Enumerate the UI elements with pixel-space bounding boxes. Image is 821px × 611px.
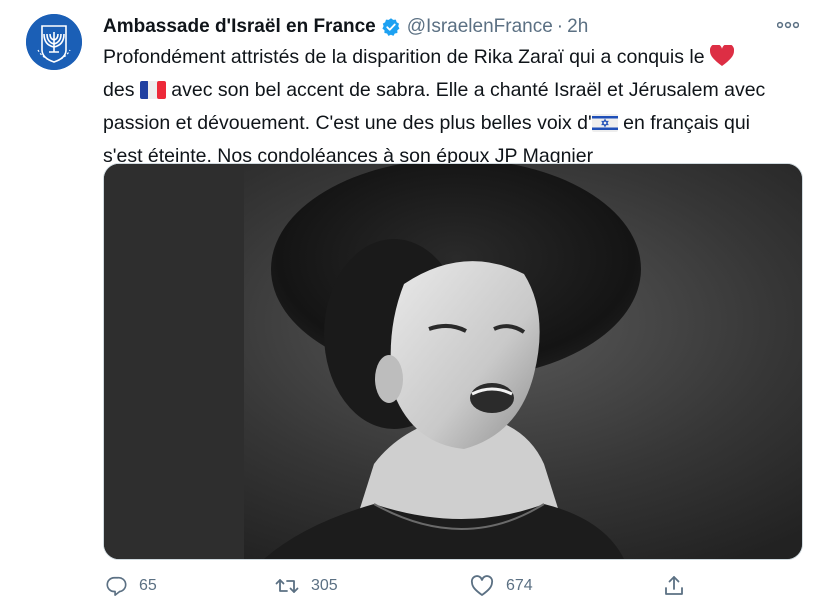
reply-button[interactable]: 65 (105, 575, 157, 597)
tweet-text-line-1: Profondément attristés de la disparition… (103, 43, 793, 76)
tweet: Ambassade d'Israël en France @IsraelenFr… (0, 0, 821, 611)
tweet-text-line-2: des avec son bel accent de sabra. Elle a… (103, 76, 793, 109)
separator-dot: · (556, 16, 564, 37)
photo-singer-image (104, 164, 802, 559)
reply-count: 65 (139, 577, 157, 594)
share-icon (665, 576, 683, 595)
retweet-icon (275, 579, 299, 593)
tweet-text: Profondément attristés de la disparition… (103, 43, 793, 171)
tweet-timestamp[interactable]: 2h (567, 16, 588, 38)
menorah-emblem-icon (26, 14, 82, 70)
like-button[interactable]: 674 (470, 575, 533, 597)
avatar[interactable] (26, 14, 82, 70)
share-button[interactable] (663, 575, 685, 597)
text-segment: des (103, 79, 135, 101)
retweet-button[interactable]: 305 (275, 575, 338, 597)
heart-icon (470, 575, 494, 596)
like-count: 674 (506, 577, 533, 594)
text-segment: passion et dévouement. C'est une des plu… (103, 112, 592, 134)
author-display-name[interactable]: Ambassade d'Israël en France (103, 16, 376, 38)
retweet-count: 305 (311, 577, 338, 594)
text-segment: en français qui (623, 112, 750, 134)
red-heart-emoji (709, 43, 735, 76)
author-handle[interactable]: @IsraelenFrance (407, 16, 553, 38)
tweet-media[interactable] (103, 163, 803, 560)
text-segment: Profondément attristés de la disparition… (103, 46, 705, 68)
more-options-icon[interactable] (775, 14, 801, 36)
tweet-actions: 65 305 674 (103, 572, 703, 600)
reply-icon (106, 576, 127, 596)
israel-flag-emoji (591, 113, 618, 142)
verified-badge-icon (381, 17, 401, 37)
tweet-text-line-3: passion et dévouement. C'est une des plu… (103, 109, 793, 142)
tweet-header: Ambassade d'Israël en France @IsraelenFr… (103, 14, 801, 40)
france-flag-emoji (139, 80, 166, 109)
text-segment: avec son bel accent de sabra. Elle a cha… (171, 79, 766, 101)
